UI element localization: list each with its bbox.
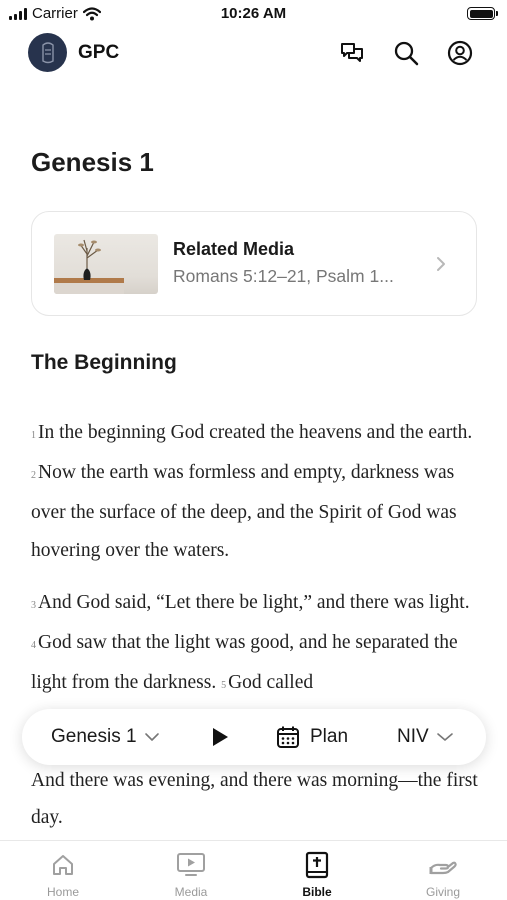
chapter-label: Genesis 1 xyxy=(51,726,137,747)
plan-label: Plan xyxy=(310,726,349,747)
page-title: Genesis 1 xyxy=(31,147,154,177)
battery-icon xyxy=(467,7,498,20)
verse-number[interactable]: 1 xyxy=(31,430,36,441)
search-icon[interactable] xyxy=(392,39,420,67)
related-media-card[interactable]: Related Media Romans 5:12–21, Psalm 1... xyxy=(31,211,477,316)
verse-number[interactable]: 4 xyxy=(31,640,36,651)
verse-text[interactable]: God called xyxy=(228,672,313,693)
verse-text-continued[interactable]: And there was evening, and there was mor… xyxy=(31,762,483,836)
brand-name[interactable]: GPC xyxy=(78,42,119,64)
verse-text[interactable]: Now the earth was formless and empty, da… xyxy=(31,462,457,560)
bottom-tab-bar: Home Media Bible Giving xyxy=(0,840,507,900)
chevron-down-icon xyxy=(436,733,453,741)
home-icon xyxy=(53,855,73,875)
plan-button[interactable]: Plan xyxy=(276,709,348,765)
related-media-subtitle: Romans 5:12–21, Psalm 1... xyxy=(173,266,394,286)
tab-media-label: Media xyxy=(174,885,208,899)
chat-icon[interactable] xyxy=(338,39,366,67)
tab-bible[interactable]: Bible xyxy=(267,841,367,900)
bible-player-bar: Genesis 1 Plan NIV xyxy=(22,709,486,765)
tab-bible-label: Bible xyxy=(302,885,332,899)
verse-number[interactable]: 2 xyxy=(31,470,36,481)
scripture-body: 1 In the beginning God created the heaven… xyxy=(31,414,483,704)
verse-text[interactable]: And God said, “Let there be light,” and … xyxy=(38,592,470,613)
tab-media[interactable]: Media xyxy=(141,841,241,900)
profile-icon[interactable] xyxy=(446,39,474,67)
version-selector[interactable]: NIV xyxy=(397,709,454,765)
church-logo[interactable] xyxy=(28,33,67,72)
tab-giving-label: Giving xyxy=(425,885,460,899)
related-media-title: Related Media xyxy=(173,239,295,259)
related-media-thumbnail xyxy=(54,234,158,294)
tab-home[interactable]: Home xyxy=(13,841,113,900)
scripture-paragraph: 1 In the beginning God created the heaven… xyxy=(31,414,483,569)
play-button[interactable] xyxy=(210,709,230,765)
verse-number[interactable]: 3 xyxy=(31,600,36,611)
verse-number[interactable]: 5 xyxy=(221,680,226,691)
chevron-down-icon xyxy=(144,733,159,741)
version-label: NIV xyxy=(397,726,429,747)
chevron-right-icon xyxy=(437,257,445,271)
bible-icon xyxy=(305,851,329,879)
app-header: GPC xyxy=(0,32,507,74)
play-icon xyxy=(213,728,228,746)
calendar-icon xyxy=(277,726,299,748)
status-bar: Carrier 10:26 AM xyxy=(0,0,507,28)
media-icon xyxy=(177,853,205,876)
scripture-paragraph: 3 And God said, “Let there be light,” and… xyxy=(31,584,483,705)
verse-text[interactable]: In the beginning God created the heavens… xyxy=(38,422,472,443)
status-time: 10:26 AM xyxy=(220,5,287,22)
giving-icon xyxy=(429,861,457,875)
logo-mark-icon xyxy=(41,41,54,63)
tab-home-label: Home xyxy=(46,885,79,899)
section-heading: The Beginning xyxy=(31,351,177,374)
tab-giving[interactable]: Giving xyxy=(393,841,493,900)
chapter-selector[interactable]: Genesis 1 xyxy=(51,709,160,765)
